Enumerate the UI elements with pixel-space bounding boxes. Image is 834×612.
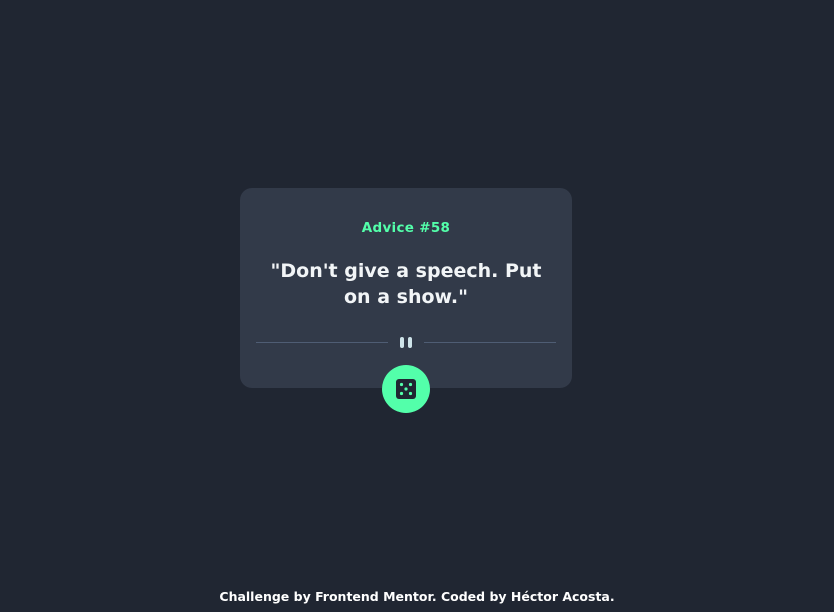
pause-bar-left (400, 337, 404, 348)
pause-bar-right (408, 337, 412, 348)
divider-line-right (424, 342, 556, 343)
advice-card: Advice #58 "Don't give a speech. Put on … (240, 188, 572, 388)
advice-number: Advice #58 (361, 220, 451, 236)
page: Advice #58 "Don't give a speech. Put on … (0, 0, 834, 612)
generate-advice-button[interactable] (382, 365, 430, 413)
divider-line-left (256, 342, 388, 343)
advice-quote: "Don't give a speech. Put on a show." (270, 260, 542, 308)
dice-icon (396, 379, 416, 399)
pause-icon (399, 337, 413, 348)
divider (256, 335, 556, 351)
attribution-footer: Challenge by Frontend Mentor. Coded by H… (219, 589, 615, 604)
